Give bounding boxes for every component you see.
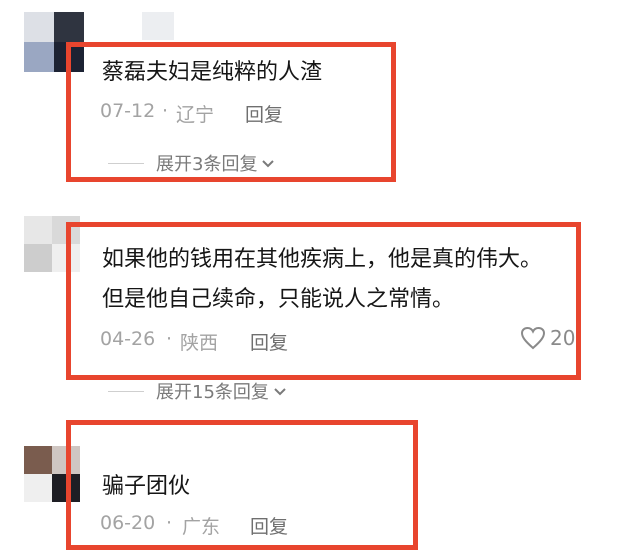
chevron-down-icon xyxy=(273,381,287,402)
meta-separator: · xyxy=(166,512,173,534)
expand-replies-button[interactable]: 展开3条回复 xyxy=(108,150,275,176)
comment-location: 陕西 xyxy=(180,332,219,354)
comment-date: 07-12 xyxy=(100,100,156,122)
avatar-pixel xyxy=(24,446,52,474)
like-button[interactable]: 20 xyxy=(520,326,575,350)
reply-button[interactable]: 回复 xyxy=(245,100,283,127)
heart-outline-icon xyxy=(520,326,546,350)
avatar-pixel xyxy=(24,216,52,244)
divider-line xyxy=(108,162,144,164)
comment-date: 04-26 xyxy=(100,328,156,350)
expand-replies-label: 展开15条回复 xyxy=(156,382,269,403)
avatar-pixel xyxy=(24,244,52,272)
chevron-down-icon xyxy=(261,153,275,174)
comment-text: 骗子团伙 xyxy=(102,474,191,499)
comment-text: 蔡磊夫妇是纯粹的人渣 xyxy=(102,60,323,85)
meta-separator: · xyxy=(162,100,169,122)
reply-button[interactable]: 回复 xyxy=(250,328,288,355)
avatar-pixel xyxy=(54,12,84,42)
avatar-pixel xyxy=(24,474,52,502)
reply-button[interactable]: 回复 xyxy=(250,512,288,539)
comment-location: 广东 xyxy=(182,516,221,538)
avatar-pixel xyxy=(24,12,54,42)
comment-text: 如果他的钱用在其他疾病上，他是真的伟大。 xyxy=(102,247,543,272)
meta-separator: · xyxy=(166,328,173,350)
comment-text: 但是他自己续命，只能说人之常情。 xyxy=(102,287,455,312)
expand-replies-button[interactable]: 展开15条回复 xyxy=(108,378,287,404)
comment-date: 06-20 xyxy=(100,512,156,534)
avatar-pixel xyxy=(24,42,54,72)
comment-location: 辽宁 xyxy=(176,104,215,126)
divider-line xyxy=(108,390,144,392)
like-count: 20 xyxy=(550,326,576,350)
avatar-fragment xyxy=(142,12,174,40)
expand-replies-label: 展开3条回复 xyxy=(156,154,258,175)
